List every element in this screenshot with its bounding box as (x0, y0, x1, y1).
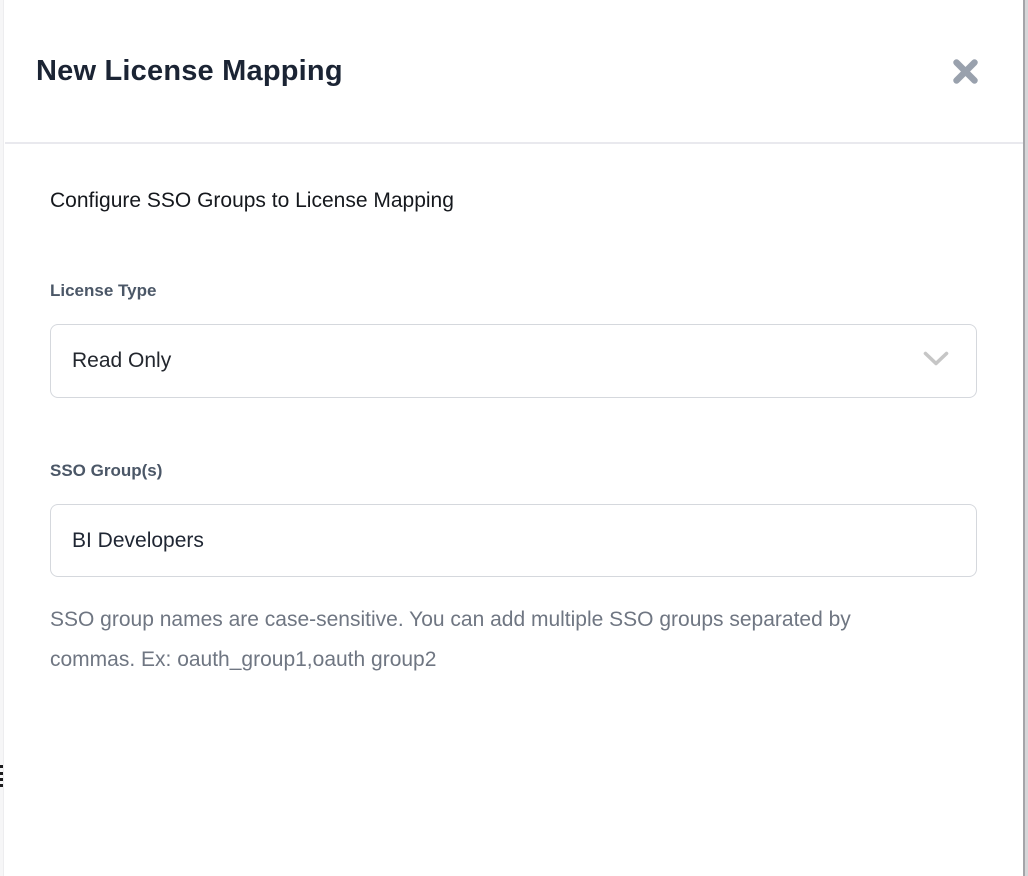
background-page-right-edge (1023, 0, 1028, 876)
license-type-label: License Type (50, 280, 977, 302)
license-type-selected-value: Read Only (72, 349, 171, 373)
sso-groups-label: SSO Group(s) (50, 460, 977, 482)
dialog-description: Configure SSO Groups to License Mapping (50, 187, 977, 215)
background-list-icon (0, 778, 3, 781)
dialog-body: Configure SSO Groups to License Mapping … (5, 144, 1023, 680)
close-icon (950, 75, 981, 90)
background-list-icon (0, 765, 3, 768)
sso-groups-input[interactable] (50, 504, 977, 577)
dialog-header: New License Mapping (5, 0, 1023, 144)
license-mapping-modal-screen: New License Mapping Configure SSO Groups… (0, 0, 1028, 876)
license-type-select[interactable]: Read Only (50, 324, 977, 398)
background-page-left-sliver (0, 0, 4, 876)
background-list-icon (0, 784, 3, 787)
dialog-title: New License Mapping (36, 55, 343, 88)
sso-groups-help-text: SSO group names are case-sensitive. You … (50, 600, 902, 680)
close-button[interactable] (946, 52, 985, 91)
chevron-down-icon (923, 351, 949, 372)
background-list-icon (0, 772, 3, 775)
new-license-mapping-dialog: New License Mapping Configure SSO Groups… (5, 0, 1023, 876)
